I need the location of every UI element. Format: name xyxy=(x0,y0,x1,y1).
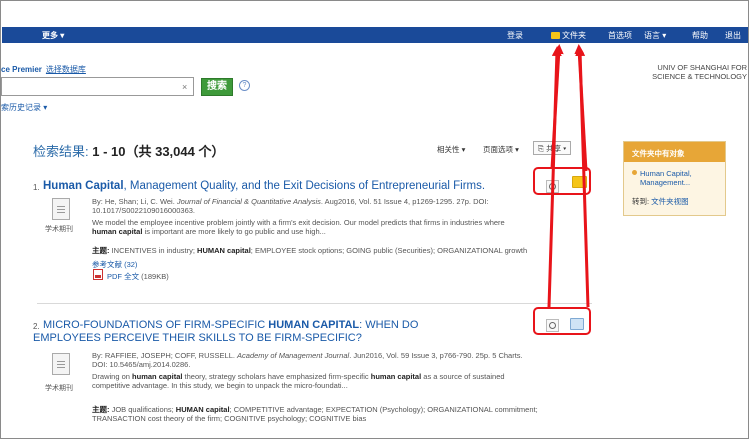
folder-icon xyxy=(551,32,560,39)
goto-prefix: 转到: xyxy=(632,197,652,206)
record-1-journal-link[interactable]: Journal of Financial & Quantitative Anal… xyxy=(177,197,321,206)
search-button[interactable]: 搜索 xyxy=(201,78,233,96)
search-input[interactable] xyxy=(1,77,194,96)
record-1-highlight-box xyxy=(533,167,591,195)
pdf-icon xyxy=(93,269,103,280)
record-2-abstract-e: as a source of sustained xyxy=(421,372,505,381)
results-range: 1 - 10（共 33,044 个） xyxy=(92,144,225,159)
select-database-link[interactable]: 选择数据库 xyxy=(46,65,86,74)
folder-item-bullet-icon xyxy=(632,170,637,175)
clear-search-icon[interactable]: × xyxy=(182,82,187,92)
relevance-sort-menu[interactable]: 相关性 ▾ xyxy=(437,144,465,155)
share-icon: ⎘ xyxy=(538,144,547,153)
record-1-abstract-line-1: We model the employee incentive problem … xyxy=(92,218,505,227)
record-1-citation: . Aug2016, Vol. 51 Issue 4, p1269-1295. … xyxy=(320,197,489,206)
institution-line-1: UNIV OF SHANGHAI FOR xyxy=(657,63,747,72)
share-menu[interactable]: ⎘ 共享 ▾ xyxy=(533,141,572,155)
record-2-subjects-label: 主题: xyxy=(92,405,110,414)
folder-view-link[interactable]: 文件夹视图 xyxy=(651,197,689,206)
more-menu[interactable]: 更多 ▾ xyxy=(42,30,64,41)
folder-link-label: 文件夹 xyxy=(562,31,586,40)
record-2-journal-link[interactable]: Academy of Management Journal xyxy=(237,351,349,360)
database-label: ce Premier 选择数据库 xyxy=(1,64,86,75)
help-link[interactable]: 帮助 xyxy=(692,30,708,41)
screenshot-frame: 更多 ▾ 登录 文件夹 首选项 语言 ▾ 帮助 退出 ce Premier 选择数… xyxy=(0,0,749,439)
record-1-pdf-link[interactable]: PDF 全文 (189KB) xyxy=(107,271,169,282)
folder-view-goto: 转到: 文件夹视图 xyxy=(632,196,689,207)
record-1-title-link[interactable]: Human Capital, Management Quality, and t… xyxy=(43,180,485,192)
record-2-title-highlight: HUMAN CAPITAL xyxy=(268,319,360,331)
record-2-abstract-highlight-1: human capital xyxy=(132,372,183,381)
record-1-abstract-line-2: human capital is important are more like… xyxy=(92,227,326,236)
results-label: 检索结果: xyxy=(33,144,93,159)
record-1-abstract-highlight: human capital xyxy=(92,227,143,236)
record-2-doi: DOI: 10.5465/amj.2014.0286. xyxy=(92,360,191,369)
folder-link[interactable]: 文件夹 xyxy=(551,30,586,41)
record-2-abstract-c: theory, strategy scholars have emphasize… xyxy=(182,372,371,381)
record-2-title-a: MICRO-FOUNDATIONS OF FIRM-SPECIFIC xyxy=(43,319,269,331)
record-divider xyxy=(37,303,592,304)
record-2-subjects-c: ; COMPETITIVE advantage; EXPECTATION (Ps… xyxy=(229,405,538,414)
record-2-citation: . Jun2016, Vol. 59 Issue 3, p766-790. 25… xyxy=(349,351,523,360)
institution-name: UNIV OF SHANGHAI FOR SCIENCE & TECHNOLOG… xyxy=(637,63,747,81)
record-2-title-c: : WHEN DO xyxy=(359,319,419,331)
record-2-subjects-a: JOB qualifications; xyxy=(109,405,176,414)
record-2-abstract-line-1: Drawing on human capital theory, strateg… xyxy=(92,372,505,381)
record-2-highlight-box xyxy=(533,307,591,335)
folder-item-line-1: Human Capital, xyxy=(640,169,692,178)
topbar-annotation-anchor xyxy=(546,45,591,57)
record-1-number: 1. xyxy=(33,183,40,192)
record-2-authors: By: RAFFIEE, JOSEPH; COFF, RUSSELL. xyxy=(92,351,238,360)
record-2-subjects: 主题: JOB qualifications; HUMAN capital; C… xyxy=(92,405,538,414)
record-1-abstract-rest: is important are more likely to go publi… xyxy=(142,227,326,236)
record-1-pdf-label: PDF 全文 xyxy=(107,272,140,281)
preferences-link[interactable]: 首选项 xyxy=(608,30,632,41)
top-navigation-bar: 更多 ▾ 登录 文件夹 首选项 语言 ▾ 帮助 退出 xyxy=(2,27,748,43)
record-1-subjects-label: 主题: xyxy=(92,246,110,255)
record-2-type: 学术期刊 xyxy=(45,385,73,392)
folder-item-line-2: Management... xyxy=(640,178,691,187)
folder-contents-panel: 文件夹中有对象 Human Capital, Management... 转到:… xyxy=(623,141,726,216)
exit-link[interactable]: 退出 xyxy=(725,30,741,41)
record-1-subjects: 主题: INCENTIVES in industry; HUMAN capita… xyxy=(92,246,527,255)
record-2-subjects-line-2: TRANSACTION cost theory of the firm; COG… xyxy=(92,414,367,423)
record-1-subjects-highlight: HUMAN capital xyxy=(197,246,251,255)
login-link[interactable]: 登录 xyxy=(507,30,523,41)
share-label: 共享 ▾ xyxy=(546,144,567,153)
record-2-subjects-highlight: HUMAN capital xyxy=(175,405,230,414)
page-options-menu[interactable]: 页面选项 ▾ xyxy=(483,144,519,155)
record-1-title-rest: , Management Quality, and the Exit Decis… xyxy=(123,180,486,192)
record-2-abstract-a: Drawing on xyxy=(92,372,133,381)
record-1-doi: 10.1017/S0022109016000363. xyxy=(92,206,196,215)
folder-panel-title: 文件夹中有对象 xyxy=(624,142,725,162)
help-icon[interactable]: ? xyxy=(239,80,250,91)
institution-line-2: SCIENCE & TECHNOLOGY xyxy=(652,72,747,81)
record-1-type: 学术期刊 xyxy=(45,226,73,233)
record-1-pdf-size: (189KB) xyxy=(139,272,169,281)
record-2-title-link-line-1[interactable]: MICRO-FOUNDATIONS OF FIRM-SPECIFIC HUMAN… xyxy=(43,319,418,331)
arrow-record-1-to-folder-2 xyxy=(574,44,588,172)
results-count-heading: 检索结果: 1 - 10（共 33,044 个） xyxy=(33,141,224,160)
database-name: ce Premier xyxy=(1,65,42,74)
record-1-document-icon xyxy=(52,198,70,220)
record-1-byline: By: He, Shan; Li, C. Wei. Journal of Fin… xyxy=(92,197,489,206)
record-2-document-icon xyxy=(52,353,70,375)
record-2-title-link-line-2[interactable]: EMPLOYEES PERCEIVE THEIR SKILLS TO BE FI… xyxy=(33,332,362,344)
folder-item-link[interactable]: Human Capital, Management... xyxy=(632,169,692,187)
record-2-number: 2. xyxy=(33,322,40,331)
search-history-link[interactable]: 索历史记录 ▾ xyxy=(1,102,47,113)
record-1-subjects-c: ; EMPLOYEE stock options; GOING public (… xyxy=(250,246,528,255)
record-1-title-bold: Human Capital xyxy=(43,180,124,192)
record-2-abstract-line-2: competitive advantage. In this study, we… xyxy=(92,381,348,390)
record-1-subjects-a: INCENTIVES in industry; xyxy=(109,246,198,255)
record-2-byline: By: RAFFIEE, JOSEPH; COFF, RUSSELL. Acad… xyxy=(92,351,523,360)
record-2-abstract-highlight-2: human capital xyxy=(370,372,422,381)
language-menu[interactable]: 语言 ▾ xyxy=(644,30,666,41)
record-1-authors: By: He, Shan; Li, C. Wei. xyxy=(92,197,177,206)
